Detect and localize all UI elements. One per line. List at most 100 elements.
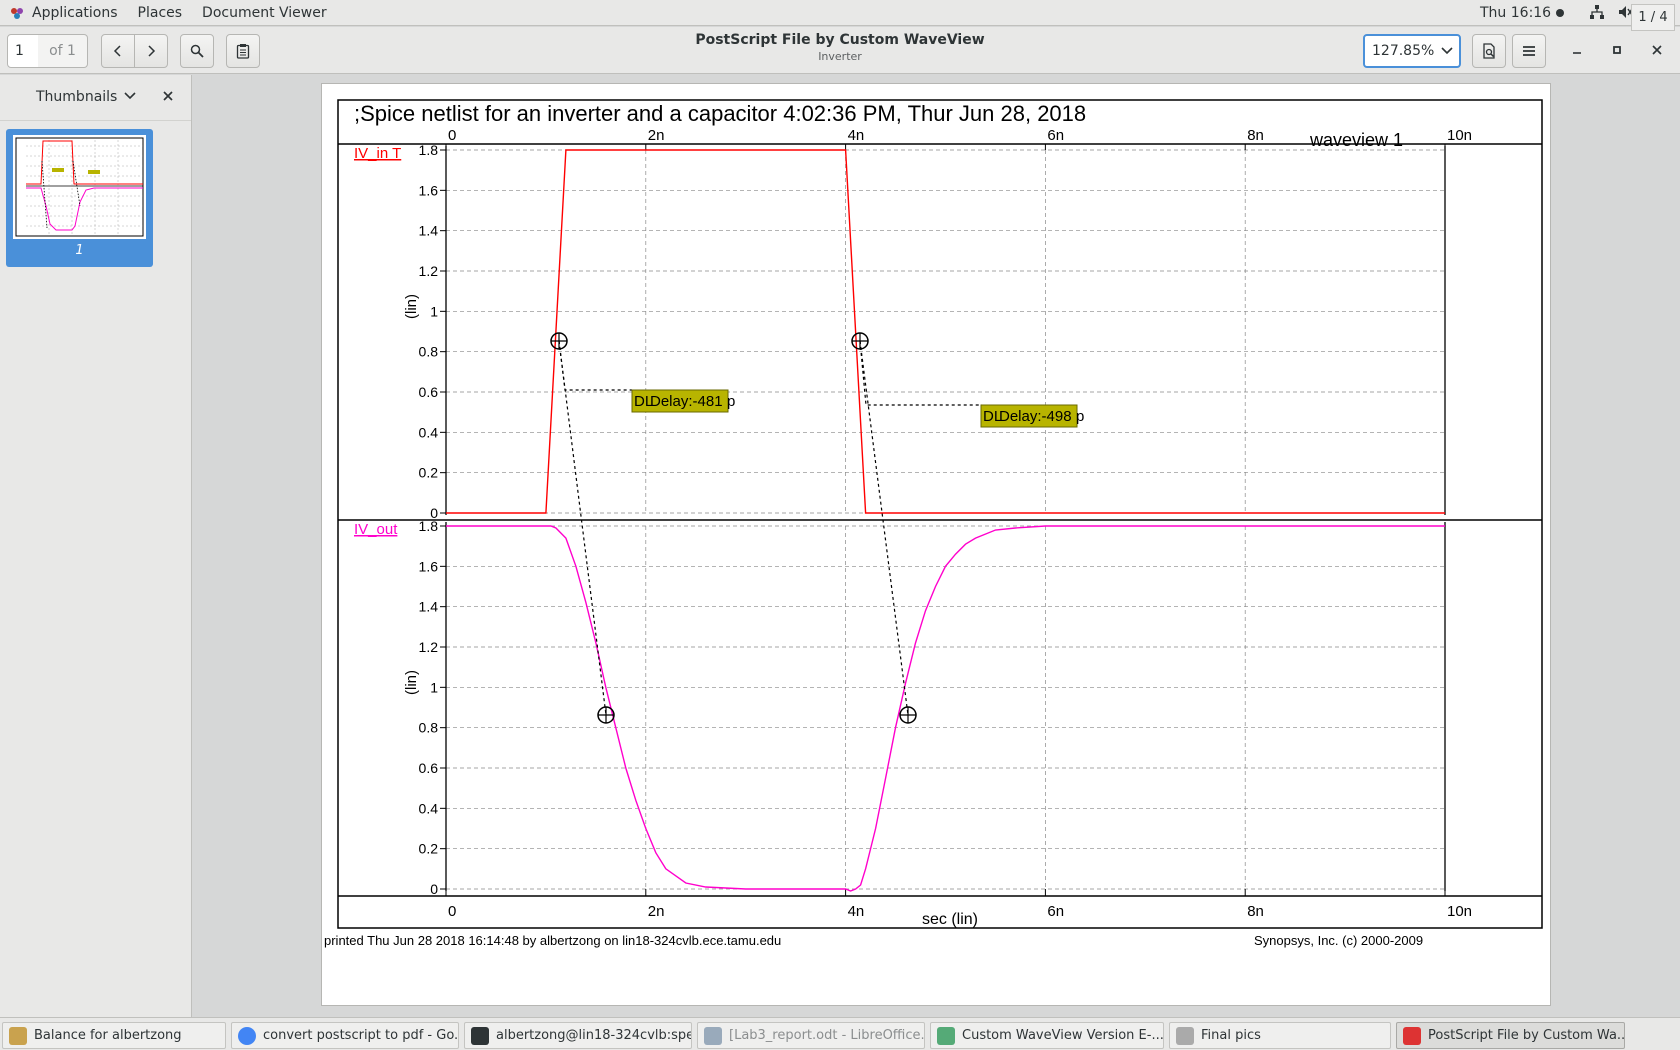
taskbar-item[interactable]: albertzong@lin18-324cvlb:spe... — [464, 1022, 692, 1049]
chevron-down-icon[interactable] — [124, 89, 136, 105]
y-axis-label-top: (lin) — [403, 294, 420, 319]
cursor-marker[interactable] — [550, 332, 568, 350]
delay-1-unit: p — [727, 393, 735, 410]
y-tick-label: 0.4 — [419, 800, 439, 816]
y-tick-label: 1.4 — [419, 599, 439, 615]
delay-2-measure-line — [859, 340, 909, 716]
taskbar: Balance for albertzong convert postscript… — [0, 1017, 1680, 1050]
y-tick-label: 0.2 — [419, 465, 439, 481]
document-search-icon — [1483, 43, 1495, 59]
taskbar-item[interactable]: convert postscript to pdf - Go... — [231, 1022, 459, 1049]
taskbar-item-label: Final pics — [1201, 1028, 1261, 1043]
close-icon — [163, 91, 173, 101]
x-axis-label: sec (lin) — [922, 911, 978, 928]
y-tick-label: 1.8 — [419, 142, 439, 158]
zoom-select[interactable]: 127.85% — [1363, 34, 1461, 68]
print-preview-button[interactable] — [1472, 34, 1506, 68]
taskbar-item[interactable]: PostScript File by Custom Wa... — [1396, 1022, 1625, 1049]
taskbar-item-label: Custom WaveView Version E-... — [962, 1028, 1164, 1043]
pdf-icon — [1403, 1026, 1421, 1045]
delay-2-unit: p — [1076, 408, 1084, 425]
x-tick-label-top: 8n — [1247, 127, 1264, 144]
x-tick-label-top: 2n — [648, 127, 665, 144]
print-info: printed Thu Jun 28 2018 16:14:48 by albe… — [324, 933, 781, 948]
y-axis-label-bottom: (lin) — [403, 670, 420, 695]
y-tick-label: 0.8 — [419, 720, 439, 736]
document-title: ;Spice netlist for an inverter and a cap… — [354, 101, 1086, 126]
close-sidebar-button[interactable] — [162, 87, 174, 106]
document-view[interactable]: ;Spice netlist for an inverter and a cap… — [193, 75, 1680, 1017]
places-menu[interactable]: Places — [128, 0, 193, 26]
sidebar-mode-label[interactable]: Thumbnails — [36, 89, 117, 105]
hamburger-menu-icon — [1523, 46, 1535, 56]
users-icon — [9, 1026, 27, 1045]
maximize-button[interactable] — [1606, 39, 1628, 61]
minimize-icon — [1573, 52, 1581, 54]
search-button[interactable] — [180, 34, 214, 68]
y-tick-label: 0.2 — [419, 841, 439, 857]
y-tick-label: 1.8 — [419, 518, 439, 534]
x-tick-label-top: 0 — [448, 127, 456, 144]
clipboard-icon — [236, 44, 250, 59]
clock[interactable]: Thu 16:16 — [1480, 0, 1565, 26]
x-tick-label-bottom: 6n — [1047, 903, 1064, 920]
taskbar-item[interactable]: Custom WaveView Version E-... — [930, 1022, 1164, 1049]
y-tick-label: 1.2 — [419, 263, 439, 279]
cursor-marker[interactable] — [899, 706, 917, 724]
annotations-button[interactable] — [226, 34, 260, 68]
main-menu-button[interactable] — [1512, 34, 1546, 68]
taskbar-item-label: albertzong@lin18-324cvlb:spe... — [496, 1028, 692, 1043]
applications-menu[interactable]: Applications — [0, 0, 128, 26]
delay-1-leader-line — [558, 340, 632, 391]
page-thumbnail-number: 1 — [75, 243, 84, 258]
x-tick-label-bottom: 0 — [448, 903, 456, 920]
clock-label: Thu 16:16 — [1480, 5, 1552, 21]
cursor-marker[interactable] — [851, 332, 869, 350]
close-window-button[interactable] — [1646, 39, 1668, 61]
y-tick-label: 0.8 — [419, 344, 439, 360]
x-tick-label-bottom: 8n — [1247, 903, 1264, 920]
y-tick-label: 0.6 — [419, 760, 439, 776]
window-subtitle: Inverter — [818, 50, 862, 63]
thumbnails-sidebar: Thumbnails 1 — [0, 75, 192, 1017]
taskbar-item[interactable]: Balance for albertzong — [2, 1022, 226, 1049]
search-icon — [190, 44, 204, 58]
y-tick-label: 0.6 — [419, 384, 439, 400]
taskbar-item[interactable]: Final pics — [1169, 1022, 1391, 1049]
page-thumbnail-image — [13, 135, 146, 239]
x-tick-label-bottom: 2n — [648, 903, 665, 920]
x-tick-label-top: 10n — [1447, 127, 1472, 144]
minimize-button[interactable] — [1566, 39, 1588, 61]
view-label: waveview 1 — [1309, 130, 1403, 150]
signal-label-out: IV_out — [354, 521, 398, 538]
previous-page-button[interactable] — [101, 34, 135, 68]
delay-2-leader-line — [859, 340, 982, 406]
taskbar-item[interactable]: [Lab3_report.odt - LibreOffice... — [697, 1022, 925, 1049]
terminal-icon — [471, 1026, 489, 1045]
y-tick-label: 1.6 — [419, 182, 439, 198]
folder-icon — [1176, 1026, 1194, 1045]
y-tick-label: 1 — [430, 303, 438, 319]
notification-dot-icon — [1556, 9, 1565, 17]
page-number-input[interactable]: 1 — [7, 34, 39, 68]
x-tick-label-top: 6n — [1047, 127, 1064, 144]
y-tick-label: 1.4 — [419, 223, 439, 239]
trace-line — [446, 525, 1445, 892]
y-tick-label: 0.4 — [419, 424, 439, 440]
document-viewer-menu[interactable]: Document Viewer — [192, 0, 337, 26]
taskbar-item-label: Balance for albertzong — [34, 1028, 182, 1043]
y-tick-label: 0 — [430, 881, 438, 897]
close-icon — [1652, 45, 1662, 55]
y-tick-label: 1.6 — [419, 558, 439, 574]
waveform-plot: ;Spice netlist for an inverter and a cap… — [324, 99, 1543, 948]
next-page-button[interactable] — [134, 34, 168, 68]
x-tick-label-bottom: 4n — [848, 903, 865, 920]
plot-axes: 0 0.2 0.4 0.6 0.8 1 1.2 1.4 1.6 1.8 0 0.2 0.4 0.6 0.8 1… — [419, 127, 1473, 920]
page-count-label: of 1 — [38, 34, 88, 68]
signal-label-in: IV_in T — [354, 145, 401, 162]
workspace-switcher[interactable]: 1 / 4 — [1631, 4, 1675, 31]
cursor-marker[interactable] — [597, 706, 615, 724]
page-thumbnail[interactable]: 1 — [6, 129, 153, 267]
x-tick-label-top: 4n — [848, 127, 865, 144]
taskbar-item-label: [Lab3_report.odt - LibreOffice... — [729, 1028, 925, 1043]
